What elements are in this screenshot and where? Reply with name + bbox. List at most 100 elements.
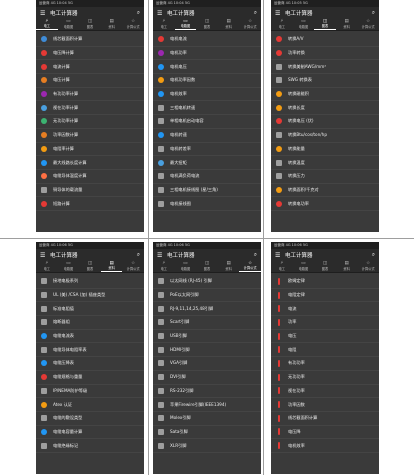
list-item[interactable]: SWG 转换表: [271, 74, 379, 88]
menu-icon[interactable]: ☰: [40, 252, 50, 259]
tab-3[interactable]: ◫ 图表: [196, 19, 218, 30]
list-item[interactable]: 线芯截面积计算: [36, 33, 144, 47]
tab-2[interactable]: ▭ 电路图: [58, 261, 80, 272]
list-item[interactable]: 电机效率: [271, 439, 379, 453]
menu-icon[interactable]: ☰: [157, 252, 167, 259]
list-item[interactable]: RS-232引脚: [153, 385, 261, 399]
tab-3[interactable]: ◫ 图表: [314, 261, 336, 272]
list-item[interactable]: 电缆导体温度计算: [36, 170, 144, 184]
list-item[interactable]: 功率: [271, 316, 379, 330]
list-item[interactable]: 转换温度: [271, 156, 379, 170]
list-item[interactable]: 转换能量: [271, 143, 379, 157]
list-item[interactable]: 电机接线图: [153, 197, 261, 211]
list-item[interactable]: 电机电流: [153, 33, 261, 47]
tab-3[interactable]: ◫ 图表: [79, 261, 101, 272]
list-item[interactable]: 电机效率: [153, 88, 261, 102]
list-item[interactable]: 电机转速: [153, 129, 261, 143]
tab-4[interactable]: ▤ 资料: [100, 261, 123, 272]
list-item[interactable]: Molex引脚: [153, 412, 261, 426]
tab-1[interactable]: ⚡ 电工: [36, 261, 58, 272]
list-item[interactable]: 电机转差率: [153, 143, 261, 157]
list-item[interactable]: 电缆压降表: [36, 357, 144, 371]
list-item[interactable]: 三相电机转速: [153, 101, 261, 116]
list-item[interactable]: UL (美) /CSA (加) 插座类型: [36, 289, 144, 303]
list-item[interactable]: 电缆绝缘标记: [36, 439, 144, 453]
list-item[interactable]: 电机电压: [153, 60, 261, 75]
list-item[interactable]: RJ-9,11,14,25,48引脚: [153, 302, 261, 317]
tab-5[interactable]: ☆ 计算公式: [122, 19, 144, 30]
tab-3[interactable]: ◫ 图表: [196, 261, 218, 272]
list-item[interactable]: 电机满负荷电流: [153, 170, 261, 184]
search-icon[interactable]: ⌕: [372, 252, 375, 259]
list-item[interactable]: 视在功率计算: [36, 101, 144, 116]
list-item[interactable]: 电阻定律: [271, 289, 379, 303]
list-item[interactable]: 苹果Firewire引脚(IEEE1394): [153, 398, 261, 412]
tab-5[interactable]: ☆ 计算公式: [239, 261, 261, 272]
list-item[interactable]: 电压: [271, 330, 379, 344]
search-icon[interactable]: ⌕: [137, 10, 140, 17]
tab-2[interactable]: ▭ 电路图: [293, 19, 315, 30]
search-icon[interactable]: ⌕: [137, 252, 140, 259]
list-item[interactable]: 电缆的敷设类型: [36, 412, 144, 426]
menu-icon[interactable]: ☰: [40, 10, 50, 17]
tab-2[interactable]: ▭ 电路图: [58, 19, 80, 30]
list-item[interactable]: 接地电极系列: [36, 275, 144, 289]
list-item[interactable]: Sata引脚: [153, 426, 261, 440]
list-item[interactable]: 电流: [271, 302, 379, 317]
list-item[interactable]: 三相电机接线图 (星/三角): [153, 184, 261, 198]
tab-5[interactable]: ☆ 计算公式: [122, 261, 144, 272]
list-item[interactable]: 转换长度: [271, 101, 379, 116]
tab-2[interactable]: ▭ 电路图: [293, 261, 315, 272]
tab-4[interactable]: ▤ 资料: [101, 19, 123, 30]
list-item[interactable]: 电缆电容量计算: [36, 426, 144, 440]
list-item[interactable]: 电流计算: [36, 60, 144, 75]
list-item[interactable]: 电机功率: [153, 47, 261, 61]
list-item[interactable]: Scart引脚: [153, 316, 261, 330]
list-item[interactable]: VGA引脚: [153, 357, 261, 371]
list-item[interactable]: 无功功率: [271, 371, 379, 385]
tab-3[interactable]: ◫ 图表: [314, 19, 336, 30]
list-item[interactable]: 电压计算: [36, 74, 144, 88]
menu-icon[interactable]: ☰: [275, 252, 285, 259]
tab-4[interactable]: ▤ 资料: [336, 261, 358, 272]
list-item[interactable]: 转换Btu/cos/ton/hp: [271, 129, 379, 143]
tab-4[interactable]: ▤ 资料: [218, 19, 240, 30]
tab-1[interactable]: ⚡ 电工: [271, 261, 293, 272]
list-item[interactable]: 转换压力: [271, 170, 379, 184]
tab-1[interactable]: ⚡ 电工: [153, 261, 175, 272]
list-item[interactable]: 短路计算: [36, 197, 144, 211]
list-item[interactable]: 最大扭矩: [153, 156, 261, 170]
search-icon[interactable]: ⌕: [254, 10, 257, 17]
list-item[interactable]: 以太网线 (RJ-45) 引脚: [153, 275, 261, 289]
tab-2[interactable]: ▭ 电路图: [175, 261, 197, 272]
list-item[interactable]: 电缆导体电阻率表: [36, 343, 144, 358]
list-item[interactable]: 电阻率计算: [36, 143, 144, 157]
list-item[interactable]: 有功功率: [271, 357, 379, 371]
list-item[interactable]: 电阻: [271, 343, 379, 358]
tab-5[interactable]: ☆ 计算公式: [357, 261, 379, 272]
list-item[interactable]: PoE以太网引脚: [153, 289, 261, 303]
list-item[interactable]: 标准电阻值: [36, 302, 144, 317]
list-item[interactable]: 欧姆定律: [271, 275, 379, 289]
list-item[interactable]: 电压降计算: [36, 47, 144, 61]
list-item[interactable]: XLR引脚: [153, 439, 261, 453]
list-item[interactable]: 有功功率计算: [36, 88, 144, 102]
list-item[interactable]: 线芯截面积计算: [271, 412, 379, 426]
tab-1[interactable]: ⚡ 电工: [36, 19, 58, 30]
tab-1[interactable]: ⚡ 电工: [271, 19, 293, 30]
list-item[interactable]: 单相电机启动电容: [153, 115, 261, 129]
list-item[interactable]: 转换电功率: [271, 197, 379, 211]
search-icon[interactable]: ⌕: [254, 252, 257, 259]
list-item[interactable]: DVI引脚: [153, 371, 261, 385]
list-item[interactable]: 熔断器组: [36, 316, 144, 330]
tab-5[interactable]: ☆ 计算公式: [357, 19, 379, 30]
list-item[interactable]: 功率转换: [271, 47, 379, 61]
list-item[interactable]: 电缆规格与重量: [36, 371, 144, 385]
list-item[interactable]: 电机功率因数: [153, 74, 261, 88]
list-item[interactable]: 无功功率计算: [36, 115, 144, 129]
list-item[interactable]: 功率因数: [271, 398, 379, 412]
search-icon[interactable]: ⌕: [372, 10, 375, 17]
list-item[interactable]: 功率因数计算: [36, 129, 144, 143]
list-item[interactable]: IP/NEMA防护等级: [36, 385, 144, 399]
list-item[interactable]: 电压降: [271, 426, 379, 440]
